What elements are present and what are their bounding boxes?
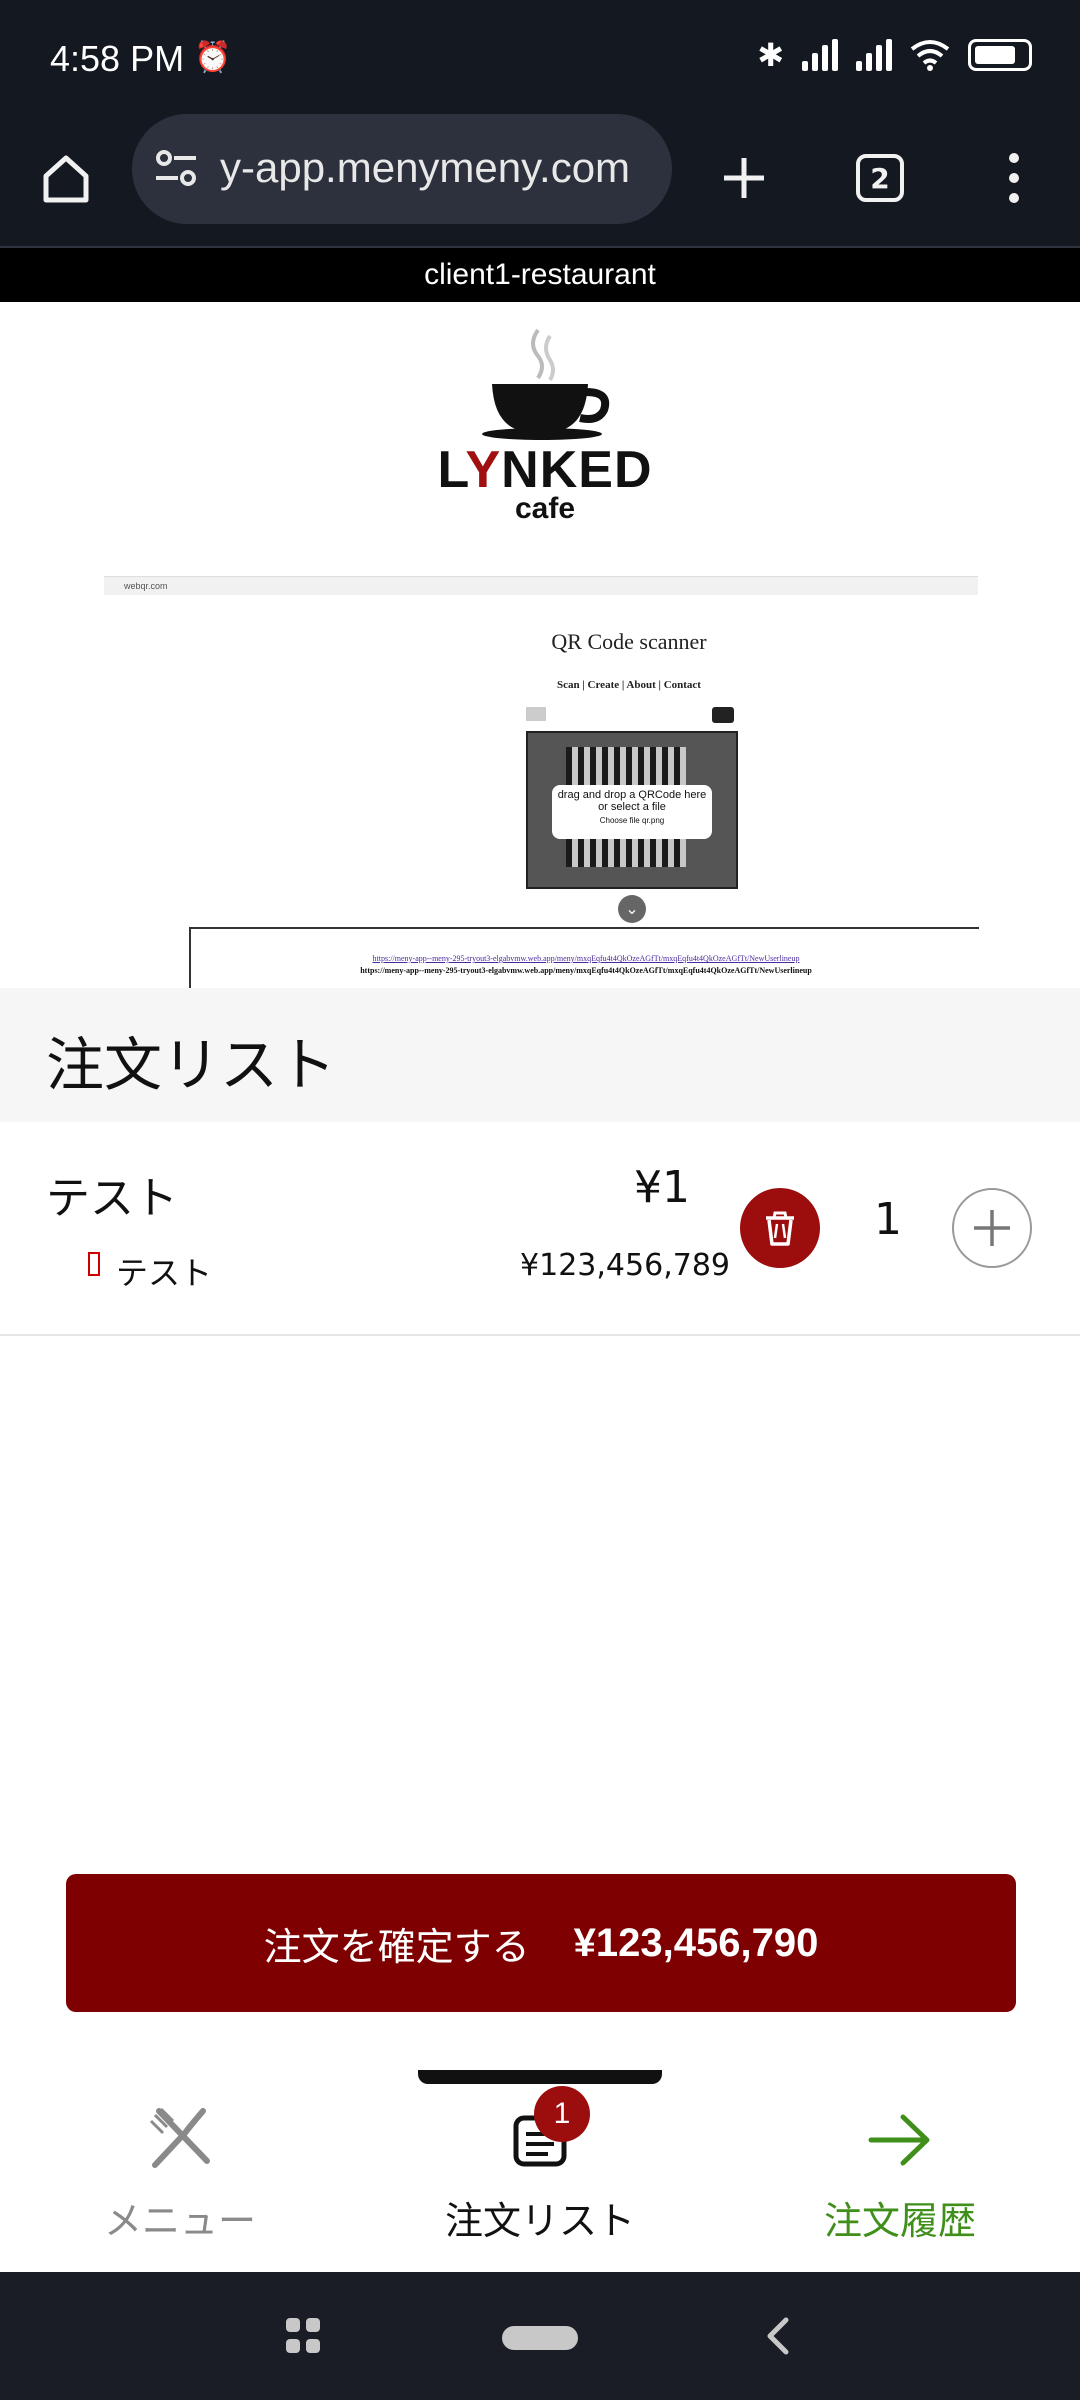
order-item-row: テスト ¥1 テスト ¥123,456,789 1: [0, 1122, 1080, 1336]
scan-result-text: https://meny-app--meny-295-tryout3-elgab…: [360, 966, 812, 975]
drop-zone: drag and drop a QRCode here or select a …: [552, 785, 712, 839]
order-count-badge: 1: [534, 2086, 590, 2142]
file-chooser: Choose file qr.png: [599, 816, 665, 825]
logo-sub: cafe: [514, 492, 576, 525]
banner-title: QR Code scanner: [551, 629, 707, 654]
active-tab-indicator: [418, 2070, 662, 2084]
nav-menu[interactable]: メニュー: [30, 2100, 330, 2245]
increase-quantity-button[interactable]: [952, 1188, 1032, 1268]
drop-text: drag and drop a QRCode here or select a …: [557, 789, 707, 813]
banner-nav: Scan | Create | About | Contact: [557, 679, 701, 691]
item-option-price: ¥123,456,789: [520, 1248, 730, 1283]
nav-order-history-label: 注文履歴: [823, 2199, 976, 2243]
plus-icon: [974, 1210, 1010, 1246]
banner-address: webqr.com: [104, 577, 978, 595]
chevron-down-icon: ⌄: [618, 895, 646, 923]
delete-item-button[interactable]: [740, 1188, 820, 1268]
wifi-icon: [910, 40, 950, 71]
home-icon: [43, 155, 89, 203]
camera-icon: [712, 707, 734, 723]
nav-order-list[interactable]: 1 注文リスト: [390, 2086, 690, 2245]
tab-count: 2: [856, 154, 904, 202]
scan-result-link: https://meny-app--meny-295-tryout3-elgab…: [372, 954, 800, 963]
more-menu-button[interactable]: [972, 136, 1056, 220]
plus-icon: [724, 158, 764, 198]
url-bar[interactable]: y-app.menymeny.com: [132, 114, 672, 224]
home-button[interactable]: [24, 136, 108, 220]
cafe-logo: LYNKED cafe: [420, 322, 670, 532]
item-quantity: 1: [874, 1194, 902, 1245]
nav-menu-label: メニュー: [103, 2199, 256, 2243]
qr-scanner-preview: drag and drop a QRCode here or select a …: [526, 731, 738, 889]
item-price: ¥1: [634, 1162, 690, 1213]
coffee-cup-icon: [482, 328, 610, 440]
new-tab-button[interactable]: [702, 136, 786, 220]
banner-image: webqr.com QR Code scanner Scan | Create …: [104, 576, 979, 989]
more-vert-icon: [1009, 153, 1019, 203]
alarm-icon: ⏰: [194, 40, 232, 75]
recents-button[interactable]: [286, 2318, 322, 2354]
site-settings-icon[interactable]: [152, 144, 202, 194]
bluetooth-icon: ✱: [757, 36, 784, 74]
scan-result-box: https://meny-app--meny-295-tryout3-elgab…: [189, 927, 979, 989]
cutlery-icon: [140, 2100, 220, 2180]
status-bar: 4:58 PM ⏰ ✱: [0, 0, 1080, 110]
tab-switcher-button[interactable]: 2: [838, 136, 922, 220]
restaurant-name-bar: client1-restaurant: [0, 248, 1080, 302]
item-name: テスト: [46, 1173, 178, 1224]
signal-icon: [802, 39, 838, 71]
order-total: ¥123,456,790: [573, 1920, 819, 1965]
status-icons: ✱: [757, 36, 1032, 74]
trash-icon: [766, 1211, 794, 1246]
url-text: y-app.menymeny.com: [220, 144, 631, 191]
nav-order-list-label: 注文リスト: [444, 2199, 635, 2243]
browser-toolbar: y-app.menymeny.com 2: [0, 110, 1080, 248]
signal-icon: [856, 39, 892, 71]
order-list-title: 注文リスト: [46, 1031, 337, 1099]
logo-brand: LYNKED: [437, 441, 653, 499]
status-time: 4:58 PM: [50, 38, 185, 79]
item-option-name: テスト: [116, 1254, 213, 1292]
back-icon[interactable]: [762, 2316, 794, 2356]
order-list-icon: 1: [500, 2086, 590, 2180]
option-mark-icon: [88, 1252, 100, 1276]
battery-icon: [968, 39, 1032, 71]
confirm-order-button[interactable]: 注文を確定する ¥123,456,790: [66, 1874, 1016, 2012]
video-camera-icon: [526, 707, 546, 721]
system-navigation-bar: [0, 2272, 1080, 2400]
confirm-label: 注文を確定する: [263, 1924, 530, 1969]
order-list-header: 注文リスト: [0, 988, 1080, 1122]
arrow-right-icon: [860, 2100, 940, 2180]
bottom-navigation: メニュー 1 注文リスト 注文履歴: [0, 2070, 1080, 2270]
system-home-button[interactable]: [502, 2326, 578, 2350]
nav-order-history[interactable]: 注文履歴: [750, 2100, 1050, 2245]
